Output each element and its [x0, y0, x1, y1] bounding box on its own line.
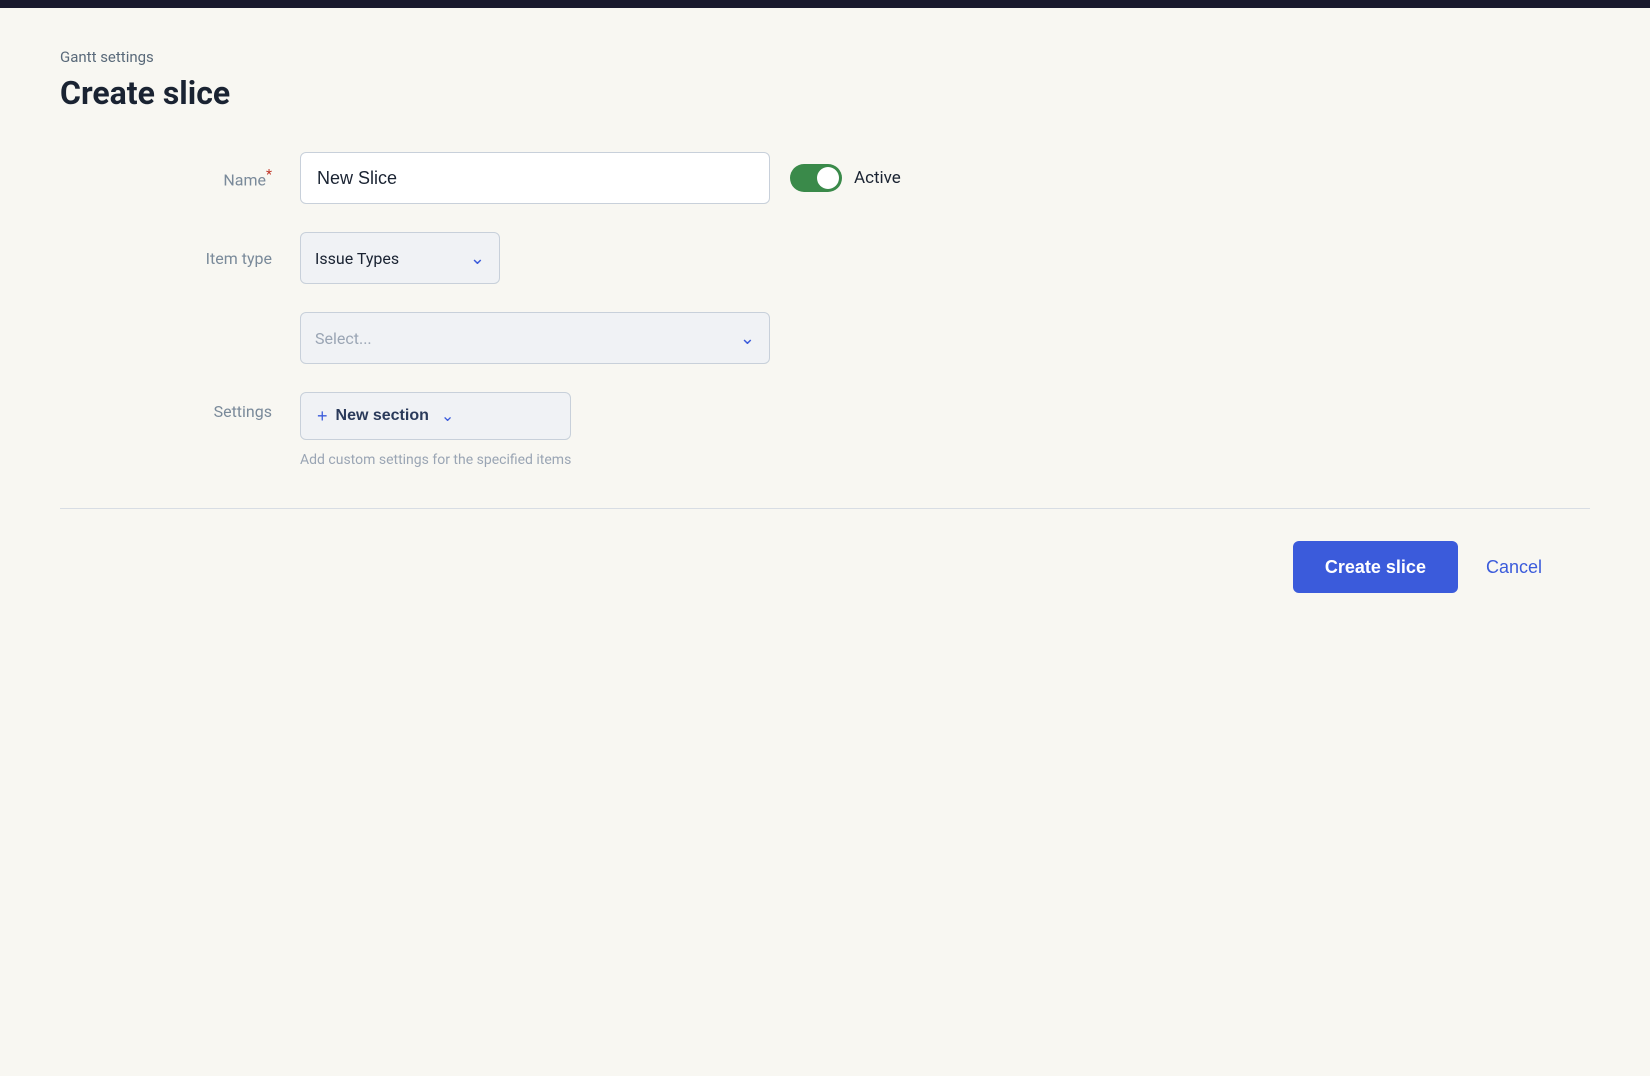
- item-type-value: Issue Types: [315, 249, 470, 268]
- page-title: Create slice: [60, 74, 1590, 112]
- settings-label: Settings: [80, 392, 300, 421]
- chevron-down-icon: ⌄: [470, 248, 485, 269]
- top-bar: [0, 0, 1650, 8]
- settings-row: Settings + New section ⌄ Add custom sett…: [80, 392, 1570, 468]
- name-label: Name*: [80, 167, 300, 189]
- name-input[interactable]: [300, 152, 770, 204]
- plus-icon: +: [317, 406, 328, 427]
- form-container: Name* Active Item type Issue Types ⌄: [60, 152, 1590, 468]
- new-section-button[interactable]: + New section ⌄: [300, 392, 571, 440]
- item-type-row: Item type Issue Types ⌄: [80, 232, 1570, 284]
- item-type-select[interactable]: Issue Types ⌄: [300, 232, 500, 284]
- active-label: Active: [854, 168, 901, 188]
- toggle-wrapper: Active: [790, 164, 901, 192]
- name-row: Name* Active: [80, 152, 1570, 204]
- divider: [60, 508, 1590, 509]
- item-type-label: Item type: [80, 249, 300, 268]
- select-row: Select... ⌄: [80, 312, 1570, 364]
- required-indicator: *: [266, 167, 272, 183]
- settings-content: + New section ⌄ Add custom settings for …: [300, 392, 571, 468]
- chevron-small-icon: ⌄: [441, 406, 454, 426]
- breadcrumb: Gantt settings: [60, 48, 1590, 66]
- cancel-button[interactable]: Cancel: [1478, 557, 1550, 578]
- toggle-knob: [817, 167, 839, 189]
- new-section-label: New section: [336, 407, 429, 425]
- footer-actions: Create slice Cancel: [60, 541, 1590, 593]
- select-dropdown[interactable]: Select... ⌄: [300, 312, 770, 364]
- settings-hint: Add custom settings for the specified it…: [300, 452, 571, 468]
- select-placeholder: Select...: [315, 329, 372, 348]
- page-container: Gantt settings Create slice Name* Active…: [0, 8, 1650, 633]
- create-slice-button[interactable]: Create slice: [1293, 541, 1458, 593]
- select-chevron-icon: ⌄: [740, 328, 755, 349]
- name-input-wrapper: Active: [300, 152, 901, 204]
- active-toggle[interactable]: [790, 164, 842, 192]
